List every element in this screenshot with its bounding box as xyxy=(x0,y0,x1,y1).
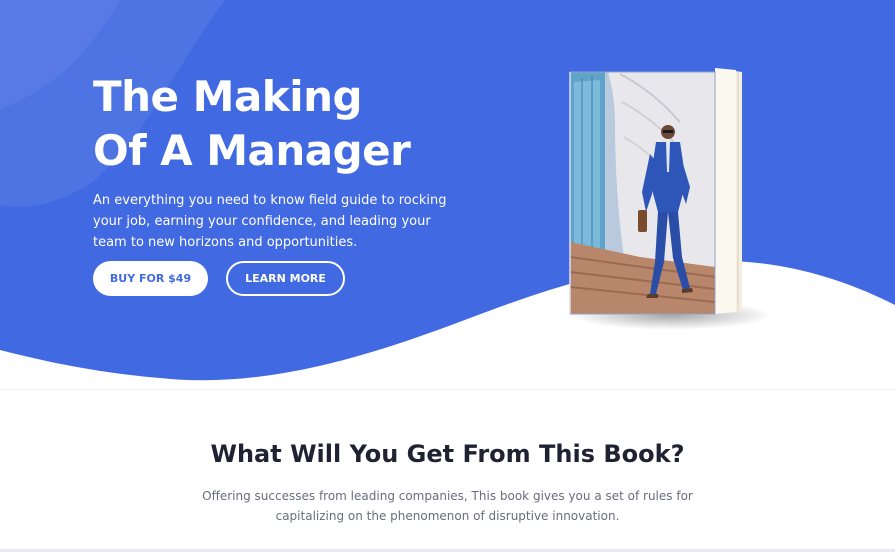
features-section: What Will You Get From This Book? Offeri… xyxy=(0,440,895,526)
book-cover-image xyxy=(560,62,773,330)
hero-section: The Making Of A Manager An everything yo… xyxy=(0,0,895,395)
hero-title: The Making Of A Manager xyxy=(93,70,473,178)
hero-description: An everything you need to know field gui… xyxy=(93,193,447,250)
hero-buttons: BUY FOR $49 LEARN MORE xyxy=(93,261,345,296)
buy-button[interactable]: BUY FOR $49 xyxy=(93,261,208,296)
section-description: Offering successes from leading companie… xyxy=(202,489,693,523)
section-divider xyxy=(0,389,895,390)
hero-content: The Making Of A Manager An everything yo… xyxy=(93,70,473,253)
hero-title-line1: The Making xyxy=(93,72,363,121)
hero-title-line2: Of A Manager xyxy=(93,126,411,175)
section-title: What Will You Get From This Book? xyxy=(210,440,685,468)
learn-more-button[interactable]: LEARN MORE xyxy=(226,261,345,296)
